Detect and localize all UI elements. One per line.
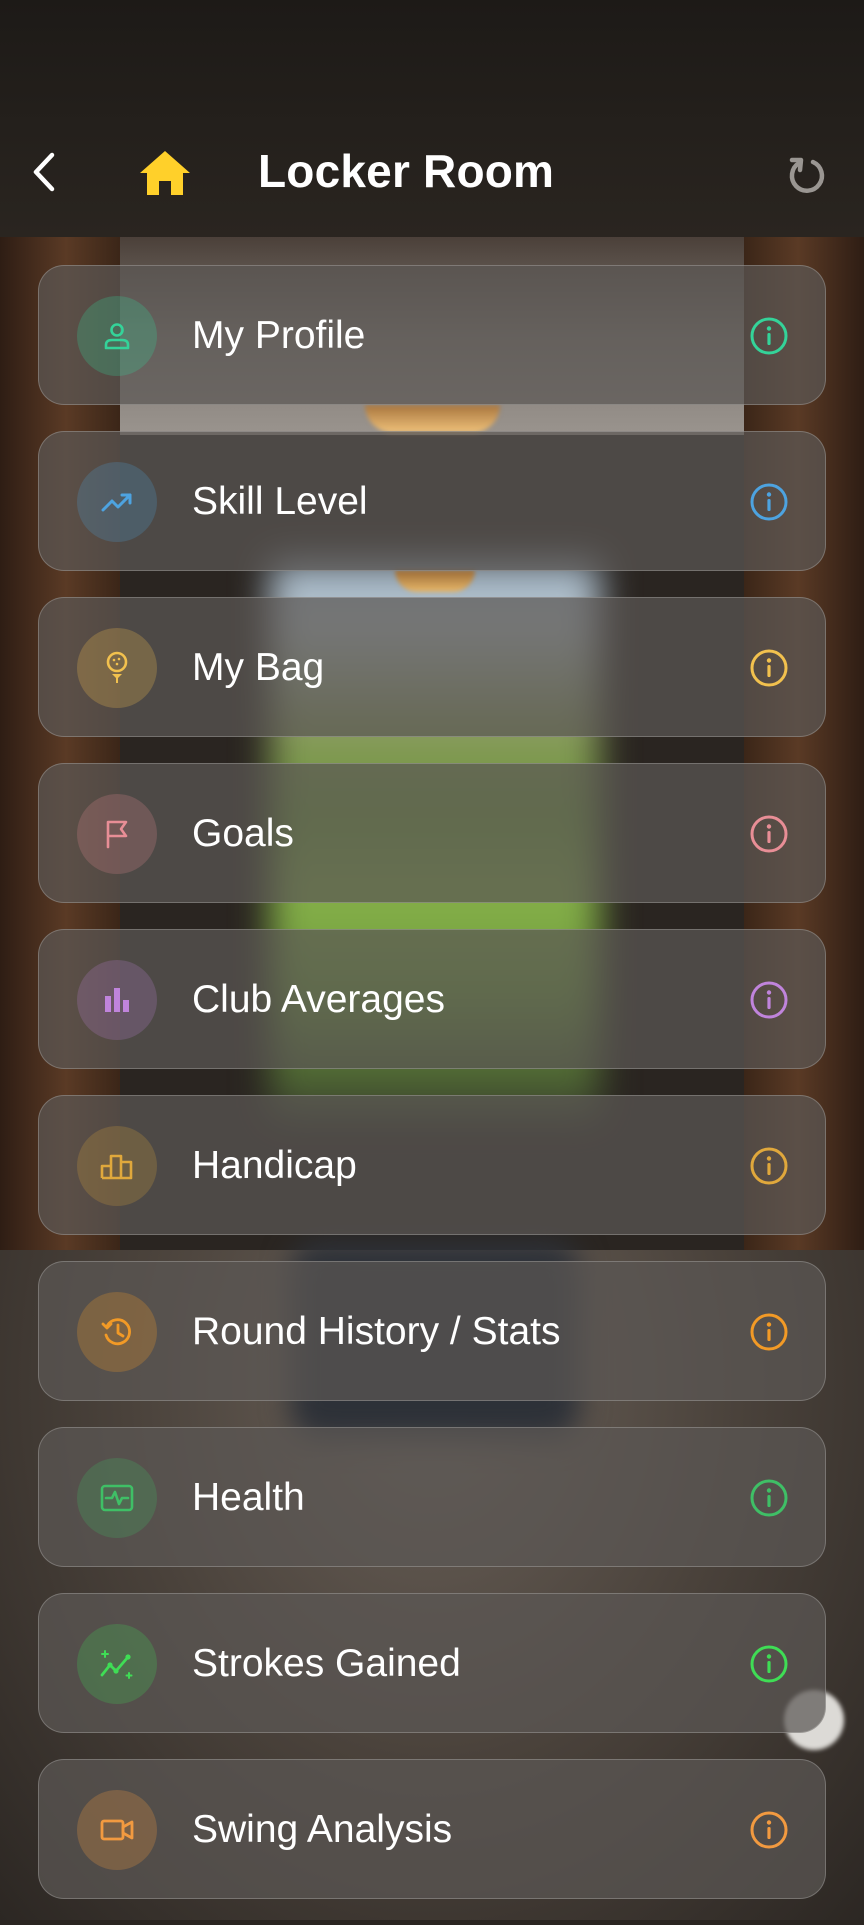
activity-monitor-icon [100,1484,134,1512]
info-icon [750,1811,788,1849]
icon-badge [77,1292,157,1372]
menu-item-label: Strokes Gained [192,1642,461,1685]
icon-badge [77,462,157,542]
info-button[interactable] [749,814,789,854]
menu-item-strokes-gained[interactable]: Strokes Gained [38,1593,826,1733]
info-icon [750,1147,788,1185]
info-icon [750,1313,788,1351]
menu-item-label: My Profile [192,314,366,357]
refresh-button[interactable] [780,148,834,202]
user-icon [104,323,130,350]
menu-item-health[interactable]: Health [38,1427,826,1567]
history-icon [101,1318,131,1346]
menu-item-label: Skill Level [192,480,368,523]
menu-item-label: Round History / Stats [192,1310,561,1353]
menu-item-goals[interactable]: Goals [38,763,826,903]
podium-icon [100,1154,133,1180]
menu-item-label: Health [192,1476,305,1519]
bar-chart-icon [105,988,129,1012]
menu-item-label: Club Averages [192,978,445,1021]
sparkline-icon [100,1650,133,1679]
home-icon [140,151,190,195]
home-button[interactable] [135,146,195,200]
info-button[interactable] [749,482,789,522]
info-button[interactable] [749,1146,789,1186]
menu-item-skill-level[interactable]: Skill Level [38,431,826,571]
info-button[interactable] [749,980,789,1020]
page-title: Locker Room [258,145,555,197]
menu-item-label: Handicap [192,1144,357,1187]
icon-badge [77,1624,157,1704]
menu-item-my-bag[interactable]: My Bag [38,597,826,737]
icon-badge [77,1126,157,1206]
menu-item-my-profile[interactable]: My Profile [38,265,826,405]
menu-item-swing-analysis[interactable]: Swing Analysis [38,1759,826,1899]
info-button[interactable] [749,648,789,688]
menu-item-label: Swing Analysis [192,1808,453,1851]
info-button[interactable] [749,1644,789,1684]
menu-item-label: My Bag [192,646,325,689]
info-button[interactable] [749,316,789,356]
info-icon [750,815,788,853]
icon-badge [77,1458,157,1538]
menu-item-club-averages[interactable]: Club Averages [38,929,826,1069]
refresh-icon [789,157,825,193]
locker-room-menu: My Profile Skill Level My Bag Goals Club… [38,265,826,1925]
info-button[interactable] [749,1478,789,1518]
info-icon [750,1479,788,1517]
app-header: Locker Room [0,0,864,237]
trending-up-icon [101,493,132,512]
info-button[interactable] [749,1810,789,1850]
info-icon [750,649,788,687]
menu-item-round-history-stats[interactable]: Round History / Stats [38,1261,826,1401]
info-button[interactable] [749,1312,789,1352]
icon-badge [77,628,157,708]
icon-badge [77,296,157,376]
menu-item-handicap[interactable]: Handicap [38,1095,826,1235]
icon-badge [77,794,157,874]
flag-icon [106,820,128,849]
info-icon [750,981,788,1019]
info-icon [750,1645,788,1683]
video-camera-icon [100,1819,134,1841]
info-icon [750,483,788,521]
info-icon [750,317,788,355]
menu-item-label: Goals [192,812,294,855]
icon-badge [77,960,157,1040]
golf-ball-tee-icon [106,651,128,683]
chevron-left-icon [33,152,55,192]
back-button[interactable] [22,148,66,196]
icon-badge [77,1790,157,1870]
